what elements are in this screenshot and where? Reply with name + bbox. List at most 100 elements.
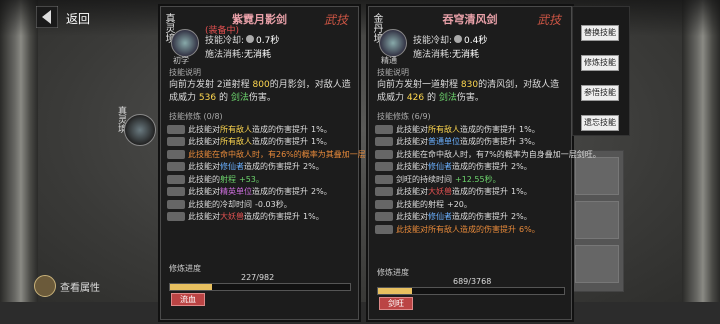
- mods-title: 技能修炼 (6/9): [377, 112, 431, 121]
- mod-value: 2%。: [511, 212, 532, 222]
- progress-bar: [377, 287, 565, 295]
- clock-icon: [246, 35, 255, 43]
- progress-fill: [378, 288, 413, 294]
- skill-card-1: 真灵境 紫霓月影剑 (装备中) 武技 初学 技能冷却: 0.7秒 施法消耗:无消耗…: [160, 6, 390, 320]
- background-slot: [575, 157, 619, 195]
- mod-text: 造成的伤害提升: [460, 137, 516, 147]
- cooldown-stat: 技能冷却: 0.4秒: [413, 35, 488, 46]
- mod-highlight: 修仙者: [220, 162, 244, 172]
- mod-text: 的持续时间: [412, 174, 452, 184]
- mod-list: 此技能对 所有敌人 造成的伤害提升 1%。 此技能对 所有敌人 造成的伤害提升 1%。 此技能在…: [167, 123, 390, 224]
- mod-text: 此技能的射程: [396, 199, 444, 209]
- mod-text: 7%的概率为自身叠加一层剑旺。: [484, 149, 601, 159]
- mod-row: 此技能在命中敌人时，有 26%的概率为其叠加一层流血。: [167, 148, 390, 161]
- bottom-bar: [0, 302, 720, 324]
- mod-text: 造成的伤害提升: [452, 212, 508, 222]
- mod-value: 1%。: [311, 124, 332, 134]
- mod-highlight: 精英单位: [220, 187, 252, 197]
- mod-text: 此技能的: [188, 174, 220, 184]
- back-arrow-icon[interactable]: [36, 6, 58, 28]
- skill-rank: 精通: [381, 56, 397, 65]
- mod-text: 剑旺: [396, 174, 412, 184]
- progress-fill: [170, 284, 212, 290]
- side-character-icon[interactable]: [124, 114, 156, 146]
- mod-value: 2%。: [511, 162, 532, 172]
- progress-bar: [169, 283, 351, 291]
- mod-text: 造成的伤害提升: [452, 187, 508, 197]
- mod-text: 此技能对: [396, 137, 428, 147]
- mod-text: 造成的伤害提升: [244, 162, 300, 172]
- mod-highlight: 修仙者: [428, 162, 452, 172]
- replace-skill-button[interactable]: 替换技能: [581, 25, 619, 41]
- mod-text: 此技能对: [188, 162, 220, 172]
- mod-tag-icon: [167, 187, 185, 197]
- left-pillar: [0, 0, 38, 324]
- mod-value: 6%。: [519, 224, 540, 234]
- mod-highlight: 所有敌人: [428, 224, 460, 234]
- mod-row: 此技能对 大妖兽 造成的伤害提升 1%。: [167, 211, 354, 224]
- mod-tag-icon: [167, 124, 185, 134]
- mod-value: +20。: [447, 199, 472, 209]
- mod-text: 造成的伤害提升: [244, 212, 300, 222]
- background-slot: [575, 245, 619, 283]
- mod-text: 造成的伤害提升: [460, 124, 516, 134]
- description-title: 技能说明: [169, 68, 201, 77]
- mod-text: 此技能对: [188, 124, 220, 134]
- mod-tag-icon: [375, 224, 393, 234]
- mod-highlight: 普通单位: [428, 137, 460, 147]
- mod-tag-icon: [375, 199, 393, 209]
- background-slot: [575, 201, 619, 239]
- mod-value: 1%。: [311, 137, 332, 147]
- mod-row: 此技能的射程 +20。: [375, 198, 567, 211]
- mod-text: 此技能对: [396, 212, 428, 222]
- cost-stat: 施法消耗:无消耗: [413, 50, 480, 60]
- mod-text: 此技能对: [396, 224, 428, 234]
- skill-rank: 初学: [173, 56, 189, 65]
- mod-value: 2%。: [311, 187, 332, 197]
- mod-value: 3%。: [519, 137, 540, 147]
- skill-card-2: 金丹境 吞穹清风剑 武技 精通 技能冷却: 0.4秒 施法消耗:无消耗 技能说明 …: [368, 6, 601, 320]
- mod-row: 此技能的 射程 +53。: [167, 173, 354, 186]
- mod-tag-icon: [375, 162, 393, 172]
- mod-row: 此技能对 所有敌人 造成的伤害提升 1%。: [375, 123, 567, 136]
- mod-value: -0.03秒。: [255, 199, 292, 209]
- mod-row: 此技能对 所有敌人 造成的伤害提升 6%。: [375, 223, 567, 236]
- mod-row: 此技能对 所有敌人 造成的伤害提升 1%。: [167, 123, 354, 136]
- comprehend-skill-button[interactable]: 参悟技能: [581, 85, 619, 101]
- progress-text: 689/3768: [453, 277, 492, 286]
- mod-tag-icon: [167, 149, 185, 159]
- cultivate-skill-button[interactable]: 修炼技能: [581, 55, 619, 71]
- buff-badge: 剑旺: [379, 297, 413, 310]
- skill-description: 向前方发射 2道射程 800的月影剑，对敌人造成威力 536 的 剑法伤害。: [169, 80, 351, 103]
- mod-value: 1%。: [519, 124, 540, 134]
- mod-row: 此技能对 精英单位 造成的伤害提升 2%。: [167, 186, 354, 199]
- view-attributes-button[interactable]: 查看属性: [34, 274, 108, 298]
- forget-skill-button[interactable]: 遗忘技能: [581, 115, 619, 131]
- back-label[interactable]: 返回: [66, 10, 90, 27]
- mod-list: 此技能对 所有敌人 造成的伤害提升 1%。 此技能对 普通单位 造成的伤害提升 3%。 此技能在…: [375, 123, 601, 236]
- mod-text: 此技能对: [396, 187, 428, 197]
- mod-tag-icon: [167, 174, 185, 184]
- mod-tag-icon: [375, 174, 393, 184]
- mod-text: 此技能对: [188, 212, 220, 222]
- mod-tag-icon: [375, 187, 393, 197]
- mod-tag-icon: [375, 149, 393, 159]
- cooldown-stat: 技能冷却: 0.7秒: [205, 35, 280, 46]
- progress-text: 227/982: [241, 273, 275, 282]
- progress-label: 修炼进度: [377, 268, 409, 277]
- mod-text: 此技能对: [188, 137, 220, 147]
- mod-row: 此技能的冷却时间 -0.03秒。: [167, 198, 354, 211]
- mod-highlight: 所有敌人: [220, 124, 252, 134]
- mod-tag-icon: [167, 137, 185, 147]
- mod-highlight: 修仙者: [428, 212, 452, 222]
- mod-text: 造成的伤害提升: [460, 224, 516, 234]
- background-panel: [570, 150, 624, 292]
- skill-type-seal: 武技: [536, 13, 561, 27]
- mod-text: 此技能对: [188, 187, 220, 197]
- mod-row: 此技能对 修仙者 造成的伤害提升 2%。: [375, 161, 567, 174]
- mods-title: 技能修炼 (0/8): [169, 112, 223, 121]
- mod-tag-icon: [375, 124, 393, 134]
- mod-text: 此技能的冷却时间: [188, 199, 252, 209]
- mod-value: +53。: [239, 174, 264, 184]
- attribute-icon: [34, 275, 56, 297]
